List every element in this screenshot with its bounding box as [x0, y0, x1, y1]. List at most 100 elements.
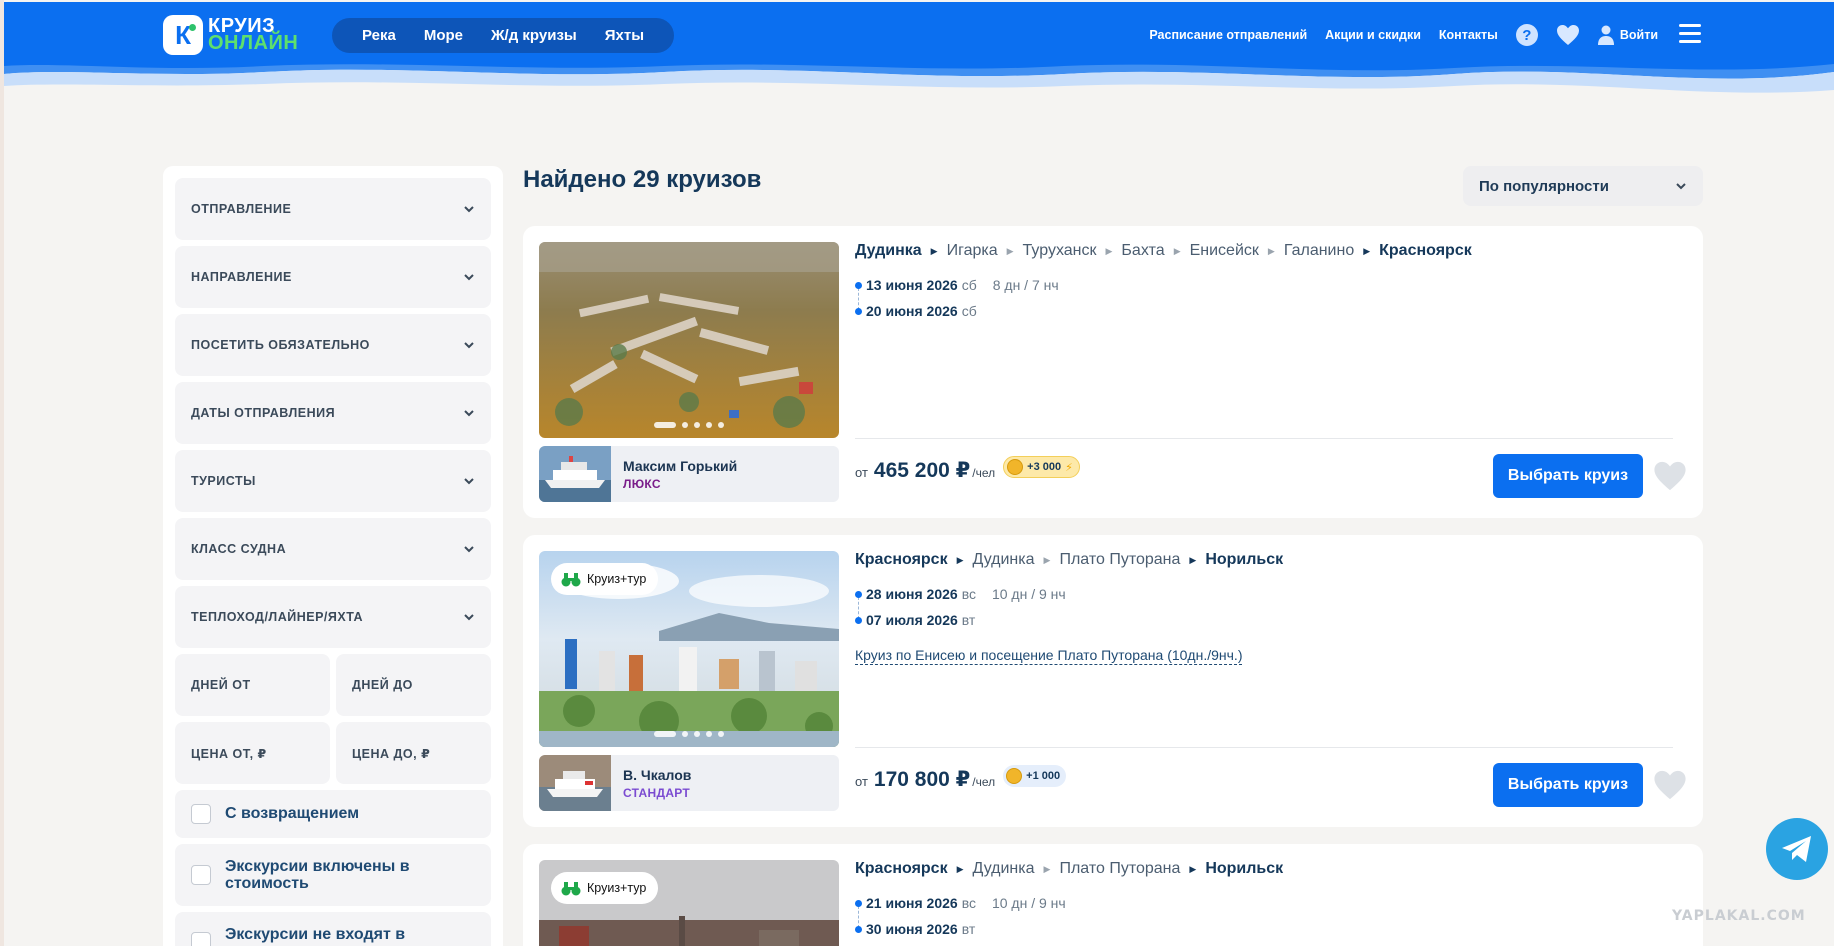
filter-direction[interactable]: НАПРАВЛЕНИЕ [175, 246, 491, 308]
checkbox-excursions-included[interactable]: Экскурсии включены в стоимость [175, 844, 491, 906]
ship-thumbnail [539, 446, 611, 502]
chevron-down-icon [1676, 183, 1686, 190]
card-divider [855, 438, 1673, 439]
departure-date: 28 июня 2026 вс 10 дн / 9 нч [855, 581, 1066, 607]
link-promotions[interactable]: Акции и скидки [1325, 28, 1421, 42]
price-to-input[interactable]: ЦЕНА ДО, ₽ [336, 722, 491, 784]
checkbox-label: С возвращением [225, 805, 360, 822]
binoculars-icon [561, 573, 581, 587]
logo-dot [189, 24, 196, 31]
days-to-input[interactable]: ДНЕЙ ДО [336, 654, 491, 716]
sort-select[interactable]: По популярности [1463, 166, 1703, 206]
coin-icon [1006, 768, 1023, 784]
route-stop: Бахта [1121, 242, 1165, 259]
site-logo[interactable]: К КРУИЗ ОНЛАЙН [163, 15, 298, 55]
bonus-value: +1 000 [1026, 770, 1061, 782]
filter-label: ОТПРАВЛЕНИЕ [191, 202, 292, 216]
checkbox-label: Экскурсии не входят в стоимость [225, 926, 406, 946]
aerial-city-photo [539, 242, 839, 438]
select-cruise-button[interactable]: Выбрать круиз [1493, 763, 1643, 807]
logo-line-2: ОНЛАЙН [208, 32, 299, 54]
page-edge [0, 0, 4, 946]
favorite-heart-icon[interactable] [1653, 769, 1687, 801]
weekday: сб [961, 303, 977, 319]
carousel-dots[interactable] [539, 731, 839, 737]
help-icon[interactable]: ? [1515, 24, 1538, 46]
link-schedule[interactable]: Расписание отправлений [1149, 28, 1307, 42]
filter-ship[interactable]: ТЕПЛОХОД/ЛАЙНЕР/ЯХТА [175, 586, 491, 648]
days-from-input[interactable]: ДНЕЙ ОТ [175, 654, 330, 716]
input-placeholder: ЦЕНА ОТ, ₽ [191, 746, 267, 761]
route-stop: Дудинка [855, 242, 922, 259]
favorites-heart-icon[interactable] [1556, 24, 1580, 46]
cruise-photo[interactable]: Круиз+тур [539, 860, 839, 946]
ship-info[interactable]: Максим Горький ЛЮКС [539, 446, 839, 502]
carousel-dots[interactable] [539, 422, 839, 428]
nav-yachts[interactable]: Яхты [591, 27, 658, 44]
filter-label: ТЕПЛОХОД/ЛАЙНЕР/ЯХТА [191, 610, 364, 624]
checkbox-with-return[interactable]: С возвращением [175, 790, 491, 838]
filter-ship-class[interactable]: КЛАСС СУДНА [175, 518, 491, 580]
nav-rail-cruises[interactable]: Ж/д круизы [477, 27, 591, 44]
route-stop: Красноярск [855, 551, 948, 568]
checkbox-box[interactable] [191, 932, 211, 946]
binoculars-icon [561, 882, 581, 896]
tag-label: Круиз+тур [587, 881, 647, 895]
tag-label: Круиз+тур [587, 572, 647, 586]
days-range: ДНЕЙ ОТ ДНЕЙ ДО [175, 654, 491, 716]
link-contacts[interactable]: Контакты [1439, 28, 1498, 42]
filters-sidebar: ОТПРАВЛЕНИЕ НАПРАВЛЕНИЕ ПОСЕТИТЬ ОБЯЗАТЕ… [163, 166, 503, 946]
input-placeholder: ДНЕЙ ДО [352, 678, 413, 692]
cruise-program-link[interactable]: Круиз по Енисею и посещение Плато Путора… [855, 647, 1243, 665]
route-arrow-icon: ▶ [1189, 554, 1197, 565]
favorite-heart-icon[interactable] [1653, 460, 1687, 492]
cruise-photo[interactable] [539, 242, 839, 438]
filter-tourists[interactable]: ТУРИСТЫ [175, 450, 491, 512]
filter-departure-dates[interactable]: ДАТЫ ОТПРАВЛЕНИЯ [175, 382, 491, 444]
arrival-date: 20 июня 2026 сб [855, 298, 1059, 324]
route-stop: Игарка [946, 242, 998, 259]
header-right-nav: Расписание отправлений Акции и скидки Ко… [1149, 19, 1658, 51]
bonus-badge[interactable]: +3 000 ⚡ [1003, 456, 1080, 478]
cruise-route: Красноярск ▶ Дудинка ▶ Плато Путорана ▶ Нор… [855, 860, 1283, 878]
menu-burger-icon[interactable] [1679, 24, 1701, 44]
weekday: вт [961, 921, 976, 937]
price-per: /чел [972, 466, 996, 480]
route-stop: Туруханск [1022, 242, 1097, 259]
nav-sea[interactable]: Море [410, 27, 477, 44]
ship-text: В. Чкалов СТАНДАРТ [623, 767, 691, 800]
filter-label: КЛАСС СУДНА [191, 542, 287, 556]
duration: 8 дн / 7 нч [992, 277, 1059, 293]
price-from-input[interactable]: ЦЕНА ОТ, ₽ [175, 722, 330, 784]
cruise-photo[interactable]: Круиз+тур [539, 551, 839, 747]
route-arrow-icon: ▶ [956, 863, 964, 874]
price-from: от [855, 465, 868, 480]
cruise-route: Дудинка ▶ Игарка ▶ Туруханск ▶ Бахта ▶ Енисе… [855, 242, 1472, 260]
ship-info[interactable]: В. Чкалов СТАНДАРТ [539, 755, 839, 811]
checkbox-box[interactable] [191, 804, 211, 824]
nav-river[interactable]: Река [348, 27, 410, 44]
checkbox-box[interactable] [191, 865, 211, 885]
cruise-tour-tag: Круиз+тур [551, 872, 659, 904]
checkbox-excursions-not-included[interactable]: Экскурсии не входят в стоимость [175, 912, 491, 946]
input-placeholder: ДНЕЙ ОТ [191, 678, 251, 692]
select-cruise-button[interactable]: Выбрать круиз [1493, 454, 1643, 498]
duration: 10 дн / 9 нч [991, 895, 1066, 911]
route-arrow-icon: ▶ [1189, 863, 1197, 874]
route-arrow-icon: ▶ [1173, 245, 1181, 256]
ship-class: ЛЮКС [623, 476, 661, 491]
date-text: 28 июня 2026 [866, 586, 958, 602]
route-stop: Норильск [1205, 860, 1284, 877]
main-nav: Река Море Ж/д круизы Яхты [332, 18, 674, 53]
filter-departure[interactable]: ОТПРАВЛЕНИЕ [175, 178, 491, 240]
route-stop: Норильск [1205, 551, 1284, 568]
duration: 10 дн / 9 нч [991, 586, 1066, 602]
filter-must-visit[interactable]: ПОСЕТИТЬ ОБЯЗАТЕЛЬНО [175, 314, 491, 376]
login-button[interactable]: Войти [1597, 25, 1658, 45]
telegram-button[interactable] [1766, 818, 1828, 880]
bonus-badge[interactable]: +1 000 [1003, 765, 1067, 787]
price-from: от [855, 774, 868, 789]
cruise-dates: 28 июня 2026 вс 10 дн / 9 нч 07 июля 2026 в… [855, 581, 1066, 633]
route-stop: Красноярск [1379, 242, 1472, 259]
date-text: 21 июня 2026 [866, 895, 958, 911]
